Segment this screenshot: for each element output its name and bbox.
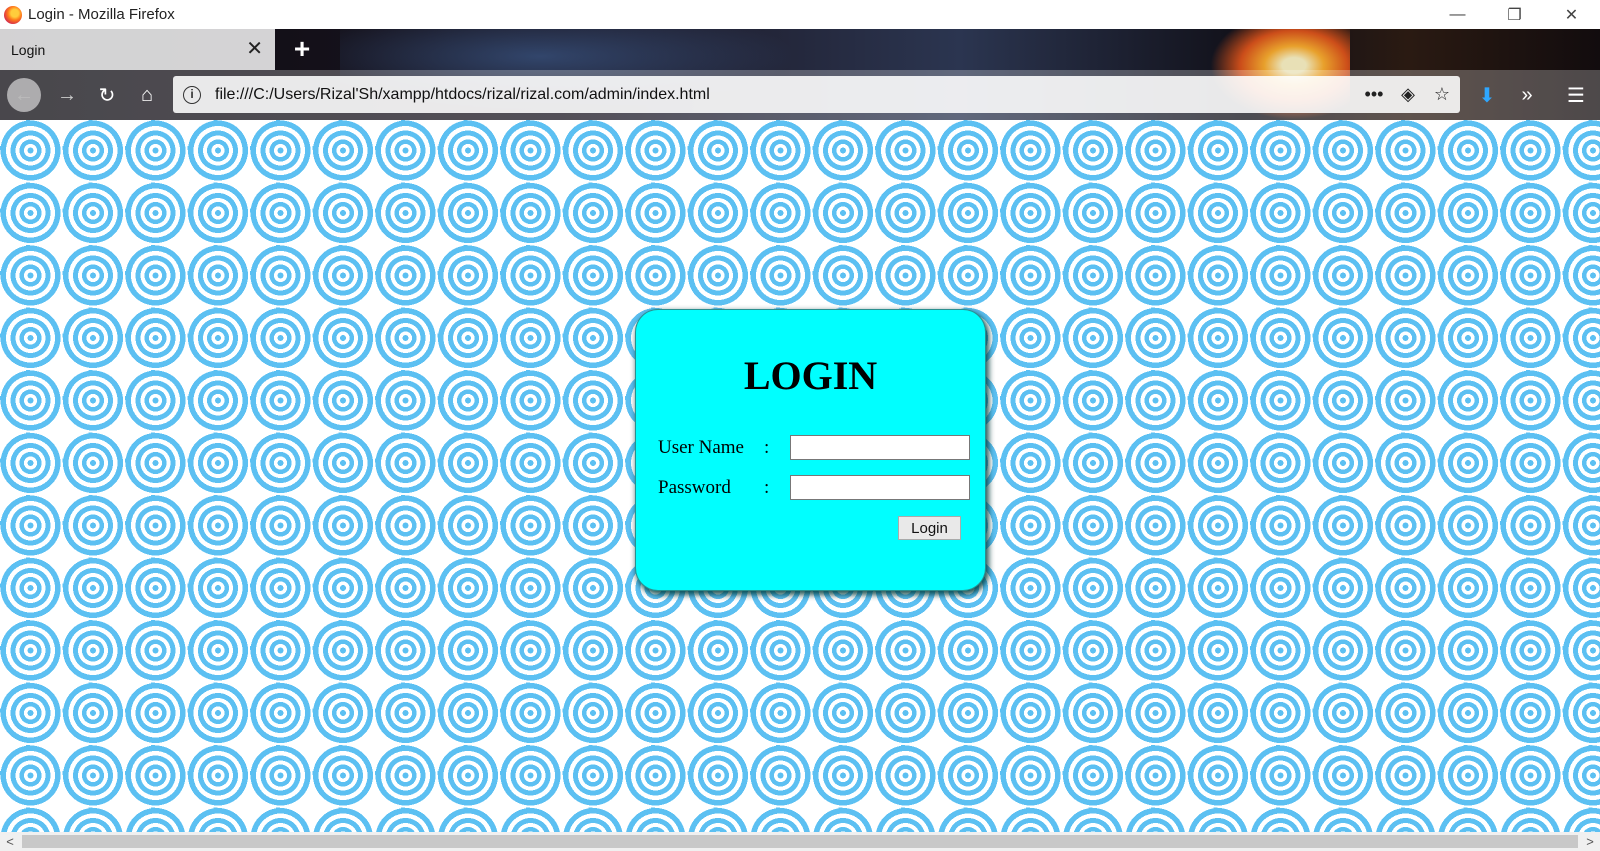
scroll-left-arrow-icon[interactable]: < — [0, 832, 20, 851]
firefox-logo-icon — [4, 5, 22, 24]
login-heading: LOGIN — [743, 353, 878, 398]
minimize-button[interactable]: — — [1429, 0, 1486, 29]
password-separator: : — [764, 476, 770, 498]
home-button[interactable]: ⌂ — [130, 78, 164, 112]
hamburger-menu-icon[interactable]: ☰ — [1559, 78, 1593, 112]
tab-login[interactable]: Login ✕ — [0, 29, 275, 70]
bookmark-star-icon[interactable]: ☆ — [1430, 84, 1454, 105]
forward-button[interactable]: → — [50, 78, 84, 112]
page-actions: ••• ◈ ☆ — [1362, 84, 1454, 105]
window-title: Login - Mozilla Firefox — [28, 6, 175, 23]
navigation-toolbar: ← → ↻ ⌂ i file:///C:/Users/Rizal'Sh/xamp… — [0, 70, 1600, 120]
horizontal-scrollbar[interactable]: < > — [0, 832, 1600, 851]
close-window-button[interactable]: ✕ — [1543, 0, 1600, 29]
username-input[interactable] — [790, 435, 970, 460]
username-label: User Name — [658, 436, 744, 458]
address-bar[interactable]: i file:///C:/Users/Rizal'Sh/xampp/htdocs… — [173, 76, 1460, 113]
login-button[interactable]: Login — [898, 516, 961, 540]
download-icon[interactable]: ⬇ — [1470, 78, 1504, 112]
browser-chrome: Login ✕ + ← → ↻ ⌂ i file:///C:/Users/Riz… — [0, 29, 1600, 120]
login-panel: LOGIN User Name : Password : Login — [636, 310, 985, 590]
new-tab-button[interactable]: + — [288, 35, 316, 63]
tab-title: Login — [11, 41, 46, 58]
page-content: LOGIN User Name : Password : Login — [0, 120, 1600, 832]
scrollbar-thumb[interactable] — [22, 835, 1578, 848]
url-text[interactable]: file:///C:/Users/Rizal'Sh/xampp/htdocs/r… — [215, 86, 1362, 104]
reload-button[interactable]: ↻ — [90, 78, 124, 112]
window-title-bar: Login - Mozilla Firefox — ❐ ✕ — [0, 0, 1600, 29]
password-input[interactable] — [790, 475, 970, 500]
overflow-chevron-icon[interactable]: » — [1510, 78, 1544, 112]
password-label: Password — [658, 476, 731, 498]
password-row: Password : — [658, 475, 970, 500]
site-info-icon[interactable]: i — [183, 85, 201, 104]
scroll-right-arrow-icon[interactable]: > — [1580, 832, 1600, 851]
window-controls: — ❐ ✕ — [1429, 0, 1600, 29]
tab-close-icon[interactable]: ✕ — [246, 38, 263, 60]
restore-button[interactable]: ❐ — [1486, 0, 1543, 29]
page-actions-menu-icon[interactable]: ••• — [1362, 84, 1386, 105]
username-separator: : — [764, 436, 770, 458]
pocket-icon[interactable]: ◈ — [1396, 84, 1420, 105]
back-button[interactable]: ← — [7, 78, 41, 112]
username-row: User Name : — [658, 435, 970, 460]
